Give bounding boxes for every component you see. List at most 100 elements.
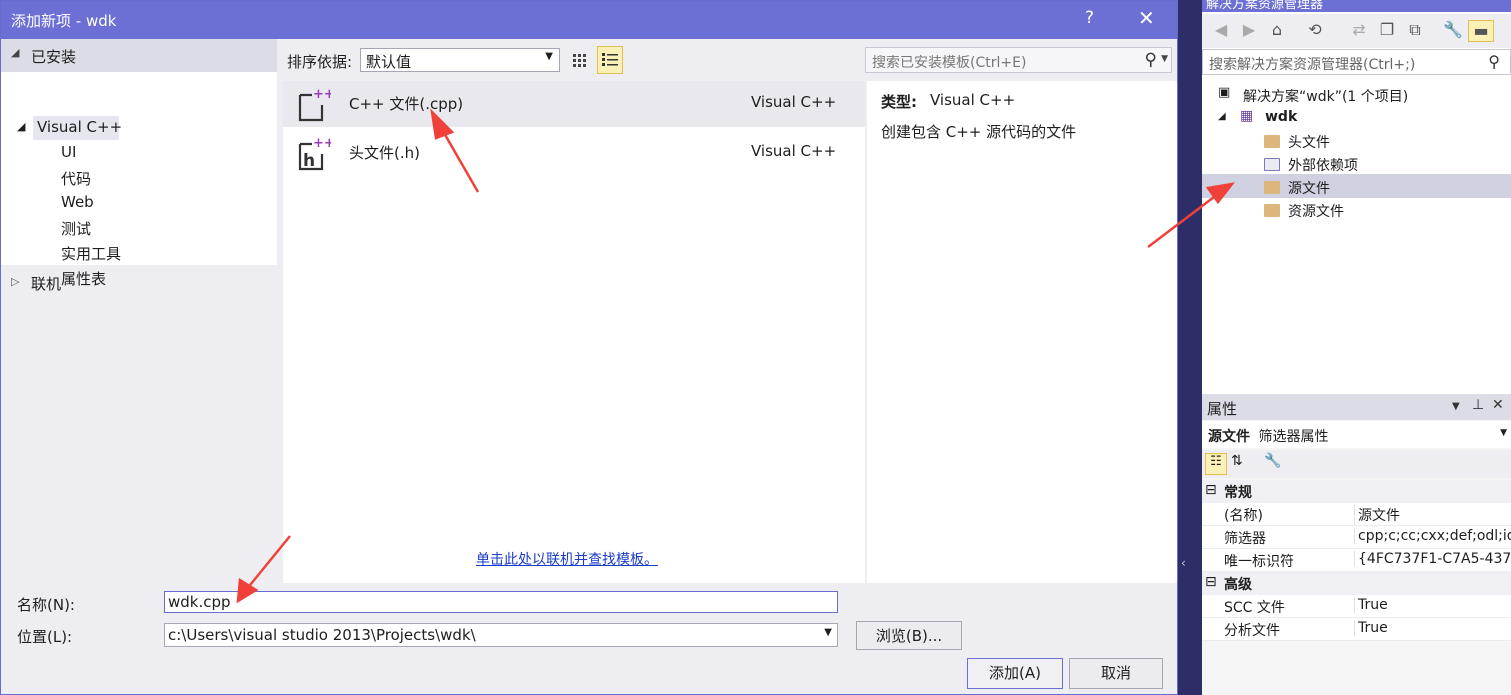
property-row[interactable]: 筛选器 cpp;c;cc;cxx;def;odl;idl bbox=[1202, 526, 1511, 549]
tree-item-ui[interactable]: UI bbox=[61, 143, 76, 161]
solution-search-input[interactable]: 搜索解决方案资源管理器(Ctrl+;) ⚲ bbox=[1202, 49, 1511, 75]
external-deps-icon bbox=[1264, 158, 1280, 171]
installed-header[interactable]: ◢ 已安装 bbox=[1, 39, 277, 72]
home-icon[interactable]: ⌂ bbox=[1266, 20, 1288, 42]
chevron-down-icon[interactable]: ▼ bbox=[824, 627, 832, 638]
project-icon: ▦ bbox=[1240, 108, 1254, 124]
properties-toolbar: ☷ ⇅ 🔧 bbox=[1202, 450, 1511, 478]
close-icon[interactable]: ✕ bbox=[1492, 397, 1504, 413]
help-icon[interactable]: ? bbox=[1085, 8, 1094, 28]
collapse-icon[interactable]: ⊟ bbox=[1205, 574, 1217, 590]
tree-item-code[interactable]: 代码 bbox=[61, 168, 91, 189]
properties-title-bar[interactable]: 属性 ▼ ⊥ ✕ bbox=[1202, 394, 1511, 420]
property-value[interactable]: True bbox=[1354, 597, 1511, 613]
tree-item-utility[interactable]: 实用工具 bbox=[61, 243, 121, 264]
cpp-file-icon: ++ bbox=[298, 87, 331, 122]
preview-icon[interactable]: ▬ bbox=[1468, 20, 1494, 42]
tree-item-property-sheet[interactable]: 属性表 bbox=[61, 268, 106, 289]
expand-icon: ◢ bbox=[11, 46, 20, 59]
folder-icon bbox=[1264, 135, 1280, 148]
location-combobox[interactable]: c:\Users\visual studio 2013\Projects\wdk… bbox=[164, 623, 838, 647]
list-view-icon bbox=[602, 53, 618, 66]
category-advanced[interactable]: ⊟ 高级 bbox=[1202, 572, 1511, 595]
properties-pane: 属性 ▼ ⊥ ✕ 源文件 筛选器属性 ▼ ☷ ⇅ 🔧 ⊟ 常规 (名称) 源文件… bbox=[1202, 394, 1511, 695]
alphabetical-icon[interactable]: ⇅ bbox=[1231, 453, 1243, 469]
chevron-down-icon[interactable]: ▼ bbox=[1452, 401, 1460, 412]
chevron-down-icon[interactable]: ▼ bbox=[1500, 428, 1507, 438]
solution-explorer-title: 解决方案资源管理器 bbox=[1206, 0, 1324, 12]
template-item-header[interactable]: h ++ 头文件(.h) Visual C++ bbox=[283, 130, 865, 176]
tree-item-header-files[interactable]: 头文件 bbox=[1288, 132, 1330, 152]
property-key: (名称) bbox=[1224, 508, 1263, 524]
solution-explorer-title-bar[interactable]: 解决方案资源管理器 bbox=[1202, 0, 1511, 12]
history-icon[interactable]: ⟲ bbox=[1304, 20, 1326, 42]
close-icon[interactable]: ✕ bbox=[1138, 6, 1155, 30]
property-row[interactable]: 唯一标识符 {4FC737F1-C7A5-437 bbox=[1202, 549, 1511, 572]
folder-icon bbox=[1264, 204, 1280, 217]
collapse-icon[interactable]: ◢ bbox=[17, 120, 25, 133]
add-new-item-dialog: 添加新项 - wdk ? ✕ ◢ 已安装 ◢ Visual C++ UI 代码 … bbox=[0, 0, 1178, 695]
template-name: 头文件(.h) bbox=[349, 144, 420, 162]
property-value[interactable]: {4FC737F1-C7A5-437 bbox=[1354, 551, 1511, 567]
online-templates-link[interactable]: 单击此处以联机并查找模板。 bbox=[476, 549, 658, 569]
list-view-button[interactable] bbox=[597, 46, 623, 74]
collapse-all-icon[interactable]: ❐ bbox=[1376, 20, 1398, 42]
property-row[interactable]: (名称) 源文件 bbox=[1202, 503, 1511, 526]
browse-button[interactable]: 浏览(B)... bbox=[856, 621, 962, 650]
properties-object-selector[interactable]: 源文件 筛选器属性 ▼ bbox=[1202, 421, 1511, 448]
installed-tree: ◢ Visual C++ UI 代码 Web 测试 实用工具 属性表 bbox=[1, 72, 277, 288]
tree-item-test[interactable]: 测试 bbox=[61, 218, 91, 239]
object-type: 筛选器属性 bbox=[1258, 429, 1329, 445]
pin-icon[interactable]: ⊥ bbox=[1472, 397, 1484, 413]
property-value[interactable]: cpp;c;cc;cxx;def;odl;idl bbox=[1354, 528, 1511, 544]
template-search-input[interactable]: 搜索已安装模板(Ctrl+E) ⚲ ▼ bbox=[865, 47, 1172, 73]
property-row[interactable]: 分析文件 True bbox=[1202, 618, 1511, 641]
tree-item-external-deps[interactable]: 外部依赖项 bbox=[1288, 155, 1358, 175]
search-icon[interactable]: ⚲ bbox=[1488, 52, 1500, 71]
sort-dropdown[interactable]: 默认值 ▼ bbox=[360, 48, 560, 72]
sync-icon[interactable]: ⇄ bbox=[1348, 20, 1370, 42]
expand-online-icon[interactable]: ▷ bbox=[11, 275, 19, 288]
cancel-button[interactable]: 取消 bbox=[1069, 658, 1163, 689]
chevron-left-icon[interactable]: ‹ bbox=[1181, 556, 1186, 570]
show-all-files-icon[interactable]: ⧉ bbox=[1404, 20, 1426, 42]
solution-icon: ▣ bbox=[1218, 85, 1231, 100]
name-input[interactable]: wdk.cpp bbox=[164, 591, 838, 613]
ide-background: ‹ bbox=[1178, 0, 1202, 695]
property-row[interactable]: SCC 文件 True bbox=[1202, 595, 1511, 618]
forward-icon[interactable]: ▶ bbox=[1238, 20, 1260, 42]
dialog-title-bar[interactable]: 添加新项 - wdk ? ✕ bbox=[1, 1, 1177, 39]
property-value[interactable]: 源文件 bbox=[1354, 505, 1511, 525]
chevron-down-icon[interactable]: ▼ bbox=[1161, 54, 1168, 64]
svg-text:++: ++ bbox=[313, 87, 331, 102]
property-value[interactable]: True bbox=[1354, 620, 1511, 636]
type-value: Visual C++ bbox=[930, 91, 1016, 109]
wrench-icon[interactable]: 🔧 bbox=[1264, 453, 1281, 469]
categorized-icon[interactable]: ☷ bbox=[1205, 453, 1227, 475]
grid-view-button[interactable] bbox=[567, 46, 593, 74]
tree-item-resource-files[interactable]: 资源文件 bbox=[1288, 201, 1344, 221]
location-label: 位置(L): bbox=[17, 628, 73, 646]
solution-node[interactable]: 解决方案“wdk”(1 个项目) bbox=[1243, 86, 1408, 106]
collapse-icon[interactable]: ◢ bbox=[1218, 111, 1226, 122]
tree-item-online[interactable]: 联机 bbox=[31, 273, 61, 294]
template-details-panel: 类型: Visual C++ 创建包含 C++ 源代码的文件 bbox=[867, 81, 1177, 583]
project-node[interactable]: wdk bbox=[1265, 109, 1297, 125]
wrench-icon[interactable]: 🔧 bbox=[1442, 20, 1464, 42]
properties-title: 属性 bbox=[1207, 400, 1238, 418]
template-item-cpp[interactable]: ++ C++ 文件(.cpp) Visual C++ bbox=[283, 81, 865, 127]
category-general[interactable]: ⊟ 常规 bbox=[1202, 480, 1511, 503]
tree-item-visual-cpp[interactable]: Visual C++ bbox=[37, 118, 122, 136]
property-key: 唯一标识符 bbox=[1224, 554, 1294, 570]
add-button[interactable]: 添加(A) bbox=[967, 658, 1063, 689]
template-search-placeholder: 搜索已安装模板(Ctrl+E) bbox=[872, 55, 1027, 71]
category-label: 常规 bbox=[1224, 485, 1252, 501]
header-file-icon: h ++ bbox=[298, 136, 331, 171]
tree-item-web[interactable]: Web bbox=[61, 193, 94, 211]
tree-item-source-files[interactable]: 源文件 bbox=[1288, 178, 1330, 198]
name-label: 名称(N): bbox=[17, 596, 75, 614]
category-label: 高级 bbox=[1224, 577, 1252, 593]
collapse-icon[interactable]: ⊟ bbox=[1205, 482, 1217, 498]
back-icon[interactable]: ◀ bbox=[1210, 20, 1232, 42]
search-icon[interactable]: ⚲ bbox=[1145, 50, 1157, 70]
